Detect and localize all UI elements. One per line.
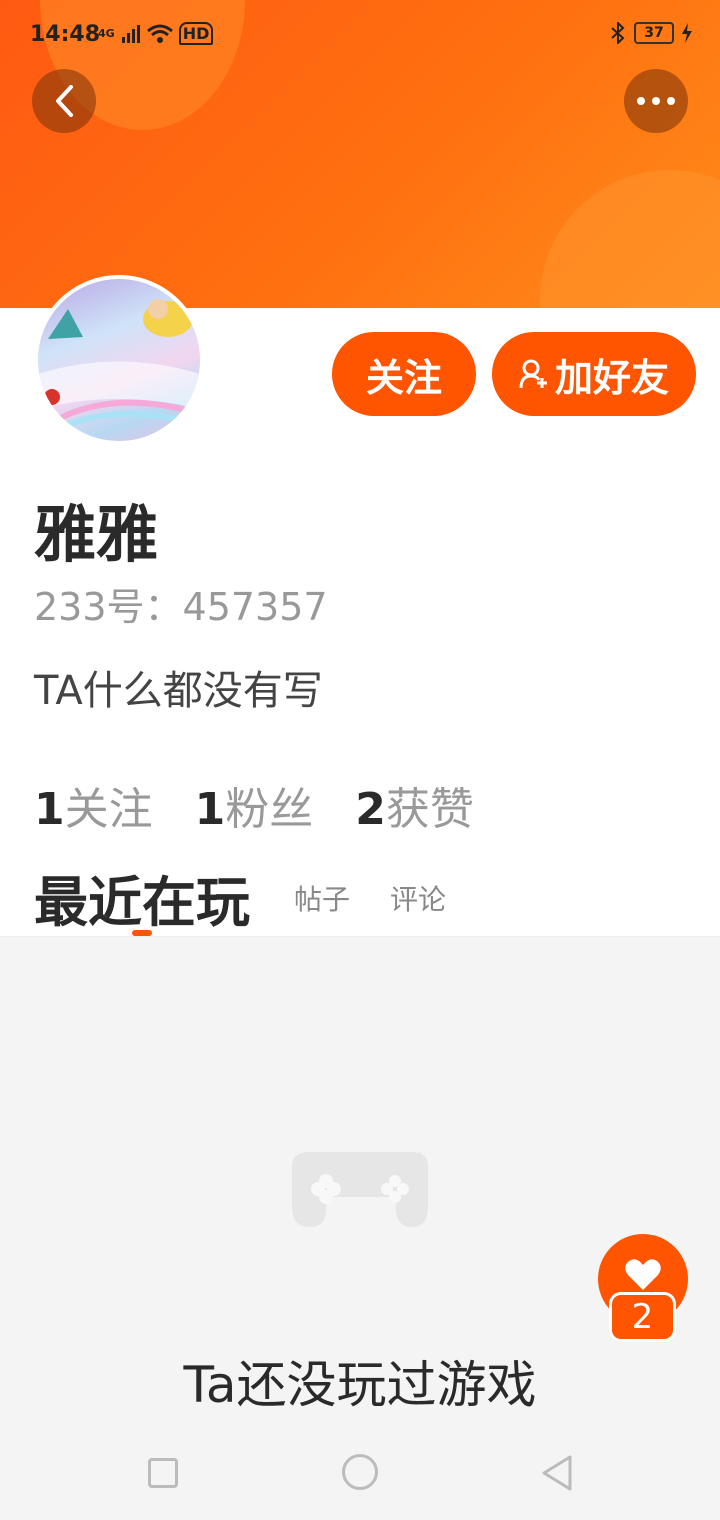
home-button[interactable] <box>342 1454 378 1490</box>
user-bio: TA什么都没有写 <box>34 668 323 714</box>
follow-button[interactable]: 关注 <box>332 332 476 416</box>
profile-tabs: 最近在玩 帖子 评论 <box>34 858 684 936</box>
stat-likes-count: 2 <box>355 784 386 835</box>
chevron-left-icon <box>56 85 73 117</box>
network-type: 4G <box>98 26 115 40</box>
more-button[interactable] <box>624 69 688 133</box>
bluetooth-icon <box>611 22 625 44</box>
wifi-icon <box>146 24 173 43</box>
like-count-badge: 2 <box>609 1292 676 1342</box>
signal-icon: 4G <box>98 26 115 40</box>
username: 雅雅 <box>34 498 159 571</box>
hd-icon: HD <box>178 22 214 45</box>
add-friend-label: 加好友 <box>554 355 669 400</box>
charging-icon <box>682 23 692 43</box>
battery-level: 37 <box>644 25 664 41</box>
back-button[interactable] <box>32 69 96 133</box>
tab-comments[interactable]: 评论 <box>390 878 446 918</box>
signal-bars-icon <box>121 24 140 43</box>
user-id: 233号：457357 <box>34 585 328 629</box>
recent-apps-button[interactable] <box>148 1458 178 1488</box>
add-friend-button[interactable]: 加好友 <box>492 332 696 416</box>
stat-following-label: 关注 <box>64 784 153 835</box>
stat-likes-label: 获赞 <box>385 784 474 835</box>
stat-following-count: 1 <box>34 784 65 835</box>
follow-label: 关注 <box>365 355 442 400</box>
status-time: 14:48 <box>30 22 101 47</box>
avatar-image <box>38 299 200 432</box>
user-stats: 1关注 1粉丝 2获赞 <box>34 773 474 837</box>
stat-likes[interactable]: 2获赞 <box>355 773 474 837</box>
tab-posts[interactable]: 帖子 <box>294 878 350 918</box>
system-nav-bar <box>0 1424 720 1520</box>
more-dots-icon <box>637 97 675 105</box>
heart-icon <box>625 1259 661 1290</box>
content-area: Ta还没玩过游戏 <box>0 936 720 1424</box>
system-back-button[interactable] <box>540 1454 574 1492</box>
tab-recent-played[interactable]: 最近在玩 <box>34 858 250 937</box>
status-bar: 14:48 4G HD 37 <box>0 0 720 72</box>
empty-state-message: Ta还没玩过游戏 <box>183 1356 537 1414</box>
stat-fans-label: 粉丝 <box>225 784 314 835</box>
add-person-icon <box>519 359 547 389</box>
stat-fans[interactable]: 1粉丝 <box>195 773 314 837</box>
stat-following[interactable]: 1关注 <box>34 773 153 837</box>
avatar[interactable] <box>34 275 204 445</box>
battery-icon: 37 <box>634 22 674 44</box>
gamepad-icon <box>292 1151 428 1227</box>
stat-fans-count: 1 <box>194 784 226 835</box>
